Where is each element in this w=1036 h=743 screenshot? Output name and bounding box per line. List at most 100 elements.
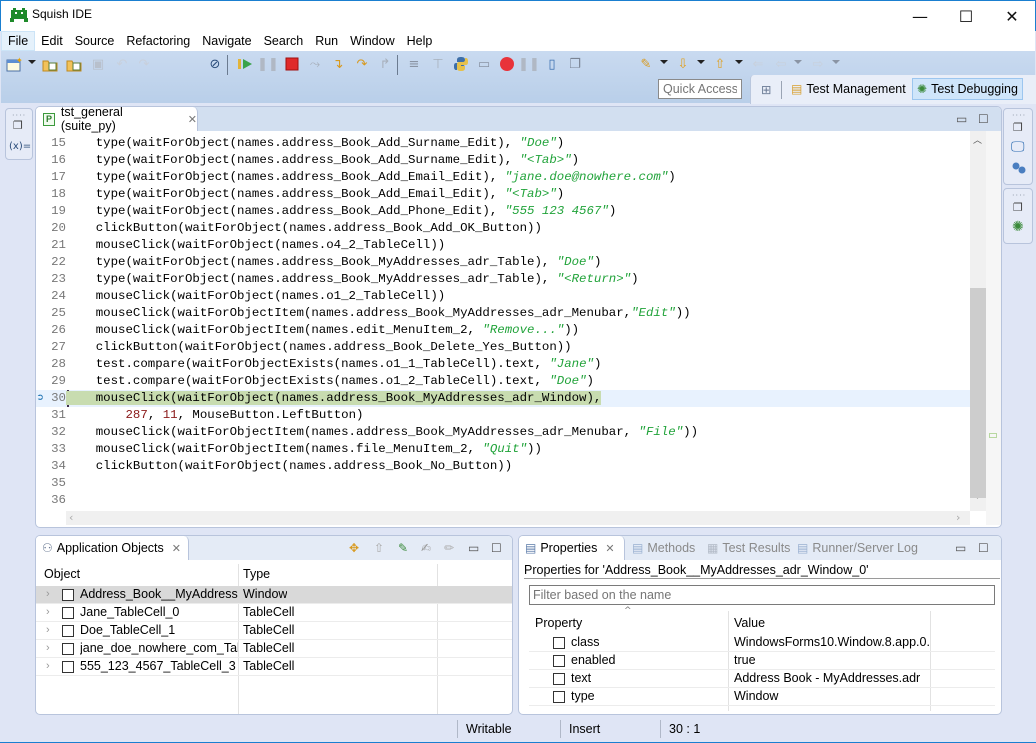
column-header-property[interactable]: Property (535, 616, 582, 630)
code-line[interactable]: 33 mouseClick(waitForObjectItem(names.fi… (36, 441, 970, 458)
line-number[interactable]: 17 (36, 169, 66, 186)
expand-chevron-icon[interactable]: › (46, 606, 50, 618)
close-tab-icon[interactable]: ✕ (605, 542, 614, 555)
close-tab-icon[interactable]: ✕ (172, 542, 181, 555)
maximize-view-icon[interactable]: ☐ (491, 541, 502, 555)
scroll-right-icon[interactable]: › (956, 511, 960, 524)
record-icon[interactable] (498, 55, 516, 73)
menu-run[interactable]: Run (309, 31, 344, 51)
scroll-left-icon[interactable]: ‹ (69, 511, 73, 524)
monitor-icon[interactable]: 🖵 (1011, 139, 1025, 155)
line-number[interactable]: 25 (36, 305, 66, 322)
redo-icon[interactable]: ↷ (135, 55, 153, 73)
minimize-button[interactable]: — (897, 1, 943, 31)
eyedropper-icon[interactable]: ✎ (398, 541, 408, 555)
forward-icon[interactable]: ⇨ (809, 55, 827, 73)
expand-chevron-icon[interactable]: › (46, 660, 50, 672)
line-number[interactable]: 18 (36, 186, 66, 203)
property-checkbox[interactable] (553, 655, 565, 667)
table-row[interactable]: › Address_Book__MyAddresses_ Window (36, 586, 512, 604)
close-button[interactable]: ✕ (989, 1, 1035, 31)
line-number[interactable]: 36 (36, 492, 66, 509)
perspective-test-management[interactable]: ▤ Test Management (787, 78, 910, 100)
code-line[interactable]: 27 clickButton(waitForObject(names.addre… (36, 339, 970, 356)
code-line[interactable]: 17 type(waitForObject(names.address_Book… (36, 169, 970, 186)
line-number[interactable]: 27 (36, 339, 66, 356)
property-filter-input[interactable] (529, 585, 995, 605)
code-line[interactable]: 15 type(waitForObject(names.address_Book… (36, 135, 970, 152)
property-row[interactable]: text Address Book - MyAddresses.adr (529, 670, 995, 688)
step-over-icon[interactable]: ↴ (329, 55, 347, 73)
code-line[interactable]: 30 ➲ mouseClick(waitForObject(names.addre… (36, 390, 970, 407)
back-dropdown-arrow[interactable] (794, 60, 802, 64)
last-edit-icon[interactable]: ⇐ (749, 55, 767, 73)
overview-ruler[interactable] (986, 131, 1001, 525)
table-row[interactable]: › Jane_TableCell_0 TableCell (36, 604, 512, 622)
undo-icon[interactable]: ↶ (113, 55, 131, 73)
table-row[interactable]: › Doe_TableCell_1 TableCell (36, 622, 512, 640)
open-perspective-button[interactable]: ⊞ (757, 78, 775, 100)
step-return-icon[interactable]: ↷ (353, 55, 371, 73)
expand-chevron-icon[interactable]: › (46, 642, 50, 654)
scroll-up-icon[interactable]: ︿ (973, 133, 982, 146)
code-line[interactable]: 23 type(waitForObject(names.address_Book… (36, 271, 970, 288)
edit-properties-icon[interactable]: ✍ (421, 541, 431, 555)
line-number[interactable]: 22 (36, 254, 66, 271)
restore-icon[interactable]: ❐ (1013, 121, 1023, 134)
menu-navigate[interactable]: Navigate (196, 31, 257, 51)
line-number[interactable]: 24 (36, 288, 66, 305)
property-row[interactable]: class WindowsForms10.Window.8.app.0... (529, 634, 995, 652)
line-number[interactable]: 35 (36, 475, 66, 492)
line-number[interactable]: 21 (36, 237, 66, 254)
expand-chevron-icon[interactable]: › (46, 588, 50, 600)
menu-source[interactable]: Source (69, 31, 121, 51)
code-line[interactable]: 35 (36, 475, 970, 492)
save-icon[interactable]: ▣ (89, 55, 107, 73)
menu-file[interactable]: File (1, 31, 36, 51)
new-test-suite-icon[interactable] (41, 55, 59, 73)
table-row[interactable]: › 555_123_4567_TableCell_3 TableCell (36, 658, 512, 676)
up-arrow-icon[interactable]: ⇧ (374, 541, 384, 555)
drop-to-frame-icon[interactable]: ⊤ (429, 55, 447, 73)
tab-runner-server-log[interactable]: ▤ Runner/Server Log (791, 536, 924, 560)
pencil-icon[interactable]: ✏ (444, 541, 454, 555)
row-checkbox[interactable] (62, 589, 74, 601)
code-line[interactable]: 36 (36, 492, 970, 509)
minimize-view-icon[interactable]: ▭ (955, 541, 966, 555)
highlight-icon[interactable]: ✎ (637, 55, 655, 73)
line-number[interactable]: 15 (36, 135, 66, 152)
row-checkbox[interactable] (62, 607, 74, 619)
vertical-scroll-thumb[interactable] (970, 288, 986, 498)
pick-object-icon[interactable]: ✥ (349, 541, 359, 555)
line-number[interactable]: 19 (36, 203, 66, 220)
code-line[interactable]: 34 clickButton(waitForObject(names.addre… (36, 458, 970, 475)
code-line[interactable]: 18 type(waitForObject(names.address_Book… (36, 186, 970, 203)
code-line[interactable]: 21 mouseClick(waitForObject(names.o4_2_T… (36, 237, 970, 254)
line-number[interactable]: 28 (36, 356, 66, 373)
property-row[interactable]: type Window (529, 688, 995, 706)
line-number[interactable]: 20 (36, 220, 66, 237)
property-checkbox[interactable] (553, 673, 565, 685)
pause-icon[interactable]: ❚❚ (257, 55, 279, 73)
tab-methods[interactable]: ▤ Methods (626, 536, 701, 560)
forward-dropdown-arrow[interactable] (832, 60, 840, 64)
code-line[interactable]: 28 test.compare(waitForObjectExists(name… (36, 356, 970, 373)
restore-icon[interactable]: ❐ (1013, 201, 1023, 214)
menu-refactoring[interactable]: Refactoring (120, 31, 196, 51)
minimize-view-icon[interactable]: ▭ (956, 112, 967, 126)
code-line[interactable]: 24 mouseClick(waitForObject(names.o1_2_T… (36, 288, 970, 305)
menu-edit[interactable]: Edit (35, 31, 69, 51)
python-icon[interactable] (452, 55, 470, 73)
code-line[interactable]: 29 test.compare(waitForObjectExists(name… (36, 373, 970, 390)
quick-access-input[interactable] (658, 79, 742, 99)
new-verification-icon[interactable]: ▯ (543, 55, 561, 73)
line-number[interactable]: 33 (36, 441, 66, 458)
line-number[interactable]: 23 (36, 271, 66, 288)
highlight-dropdown-arrow[interactable] (660, 60, 668, 64)
tab-properties[interactable]: ▤ Properties ✕ (519, 536, 625, 560)
code-line[interactable]: 19 type(waitForObject(names.address_Book… (36, 203, 970, 220)
column-header-type[interactable]: Type (243, 567, 270, 581)
overview-marker[interactable] (989, 433, 997, 438)
expand-chevron-icon[interactable]: › (46, 624, 50, 636)
skip-breakpoints-icon[interactable]: ⊘ (206, 55, 224, 73)
